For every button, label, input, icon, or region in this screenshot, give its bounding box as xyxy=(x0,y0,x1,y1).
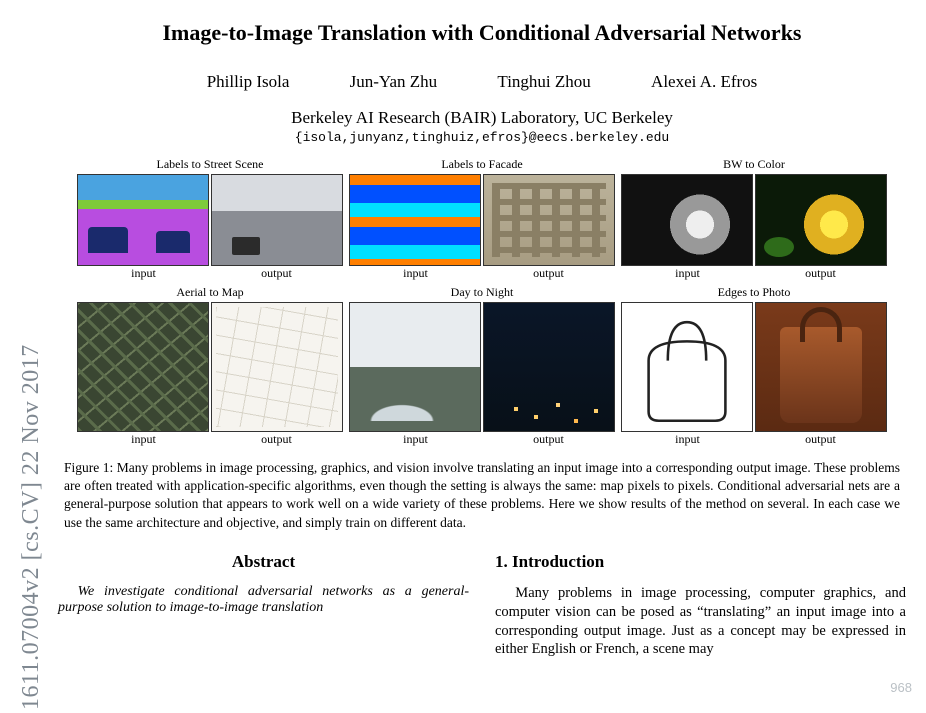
abstract-heading: Abstract xyxy=(58,552,469,572)
example-output-image xyxy=(211,174,343,266)
example-output-image xyxy=(211,302,343,432)
input-label: input xyxy=(621,266,754,281)
email-line: {isola,junyanz,tinghuiz,efros}@eecs.berk… xyxy=(58,130,906,145)
example-input-image xyxy=(621,174,753,266)
figure-1: Labels to Street Scene input output Labe… xyxy=(62,157,902,532)
right-column: 1. Introduction Many problems in image p… xyxy=(495,546,906,659)
example-output-image xyxy=(483,174,615,266)
intro-heading: 1. Introduction xyxy=(495,552,906,572)
handbag-edges-icon xyxy=(622,303,752,431)
output-label: output xyxy=(754,432,887,447)
example-input-image xyxy=(349,302,481,432)
affiliation: Berkeley AI Research (BAIR) Laboratory, … xyxy=(58,108,906,128)
author: Phillip Isola xyxy=(207,72,290,91)
example-edges-to-photo: Edges to Photo input output xyxy=(621,285,887,447)
output-label: output xyxy=(210,266,343,281)
example-input-image xyxy=(77,302,209,432)
paper-title: Image-to-Image Translation with Conditio… xyxy=(58,20,906,46)
example-day-to-night: Day to Night input output xyxy=(349,285,615,447)
example-aerial-to-map: Aerial to Map input output xyxy=(77,285,343,447)
example-output-image xyxy=(483,302,615,432)
example-input-image xyxy=(349,174,481,266)
example-input-image xyxy=(77,174,209,266)
input-label: input xyxy=(77,266,210,281)
arxiv-stamp: 1611.07004v2 [cs.CV] 22 Nov 2017 xyxy=(18,344,45,710)
watermark-text: 968 xyxy=(890,680,912,695)
input-label: input xyxy=(349,266,482,281)
figure-caption: Figure 1: Many problems in image process… xyxy=(64,459,900,532)
example-title: Edges to Photo xyxy=(718,285,791,300)
example-labels-to-facade: Labels to Facade input output xyxy=(349,157,615,281)
author: Alexei A. Efros xyxy=(651,72,757,91)
body-columns: Abstract We investigate conditional adve… xyxy=(58,546,906,659)
example-title: Labels to Facade xyxy=(441,157,522,172)
example-output-image xyxy=(755,174,887,266)
example-title: Labels to Street Scene xyxy=(157,157,264,172)
intro-text: Many problems in image processing, compu… xyxy=(495,584,906,659)
example-input-image xyxy=(621,302,753,432)
output-label: output xyxy=(754,266,887,281)
output-label: output xyxy=(210,432,343,447)
example-title: Day to Night xyxy=(451,285,514,300)
input-label: input xyxy=(349,432,482,447)
author-list: Phillip Isola Jun-Yan Zhu Tinghui Zhou A… xyxy=(58,72,906,92)
paper-page: Image-to-Image Translation with Conditio… xyxy=(48,0,926,659)
author: Tinghui Zhou xyxy=(497,72,590,91)
example-title: BW to Color xyxy=(723,157,785,172)
example-output-image xyxy=(755,302,887,432)
author: Jun-Yan Zhu xyxy=(350,72,438,91)
output-label: output xyxy=(482,432,615,447)
example-bw-to-color: BW to Color input output xyxy=(621,157,887,281)
left-column: Abstract We investigate conditional adve… xyxy=(58,546,469,659)
input-label: input xyxy=(77,432,210,447)
example-title: Aerial to Map xyxy=(176,285,243,300)
example-labels-to-street: Labels to Street Scene input output xyxy=(77,157,343,281)
abstract-text: We investigate conditional adversarial n… xyxy=(58,584,469,616)
input-label: input xyxy=(621,432,754,447)
output-label: output xyxy=(482,266,615,281)
